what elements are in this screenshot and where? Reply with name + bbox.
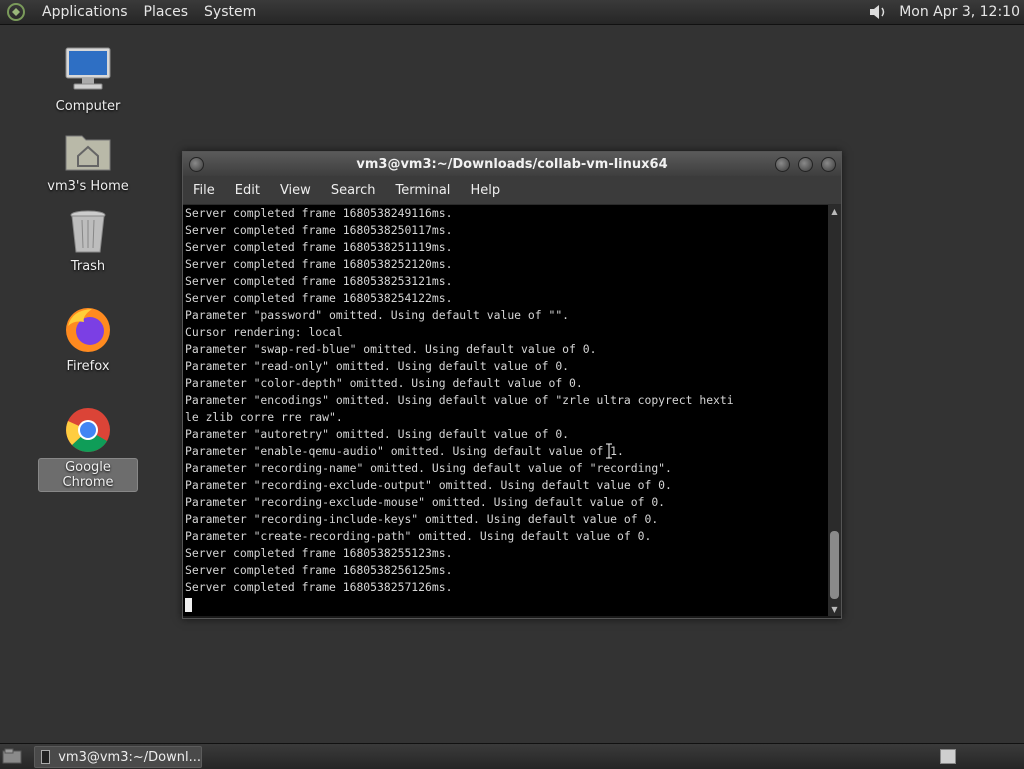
- window-titlebar[interactable]: vm3@vm3:~/Downloads/collab-vm-linux64: [183, 152, 841, 176]
- taskbar-task-label: vm3@vm3:~/Downl...: [58, 749, 201, 765]
- terminal-line: Server completed frame 1680538250117ms.: [185, 223, 453, 237]
- terminal-line: Parameter "recording-name" omitted. Usin…: [185, 461, 672, 475]
- desktop-icon-label: vm3's Home: [47, 179, 129, 194]
- scroll-down-arrow-icon[interactable]: ▼: [828, 603, 841, 616]
- scrollbar-thumb[interactable]: [830, 531, 839, 599]
- places-menu[interactable]: Places: [136, 4, 197, 20]
- menu-edit[interactable]: Edit: [225, 183, 270, 198]
- menu-file[interactable]: File: [183, 183, 225, 198]
- mouse-ibeam-cursor-icon: [606, 443, 612, 459]
- show-desktop-icon[interactable]: [2, 748, 22, 764]
- terminal-line: le zlib corre rre raw".: [185, 410, 343, 424]
- terminal-line: Parameter "autoretry" omitted. Using def…: [185, 427, 570, 441]
- terminal-output[interactable]: Server completed frame 1680538249116ms. S…: [183, 205, 829, 616]
- trash-icon: [70, 210, 106, 253]
- text-cursor: [185, 598, 192, 612]
- desktop-icon-chrome[interactable]: Google Chrome: [38, 404, 138, 492]
- menu-help[interactable]: Help: [460, 183, 510, 198]
- home-folder-icon: [65, 135, 111, 171]
- terminal-window: vm3@vm3:~/Downloads/collab-vm-linux64 Fi…: [182, 151, 842, 619]
- vertical-scrollbar[interactable]: ▲ ▼: [828, 205, 841, 616]
- maximize-button[interactable]: [798, 157, 813, 172]
- taskbar-terminal-button[interactable]: vm3@vm3:~/Downl...: [34, 746, 202, 768]
- desktop-icon-trash[interactable]: Trash: [38, 206, 138, 275]
- firefox-icon: [66, 308, 110, 352]
- terminal-icon: [41, 750, 51, 764]
- workspace-switcher[interactable]: [940, 749, 956, 764]
- terminal-line: Parameter "encodings" omitted. Using def…: [185, 393, 734, 407]
- terminal-line: Server completed frame 1680538256125ms.: [185, 563, 453, 577]
- window-menubar: File Edit View Search Terminal Help: [183, 176, 841, 205]
- applications-menu[interactable]: Applications: [34, 4, 136, 20]
- terminal-line: Parameter "swap-red-blue" omitted. Using…: [185, 342, 597, 356]
- desktop-icon-home[interactable]: vm3's Home: [38, 126, 138, 195]
- terminal-line: Parameter "read-only" omitted. Using def…: [185, 359, 570, 373]
- bottom-panel: vm3@vm3:~/Downl...: [0, 743, 1024, 769]
- desktop-icon-label: Firefox: [66, 359, 110, 374]
- chrome-icon: [66, 408, 110, 452]
- terminal-line: Cursor rendering: local: [185, 325, 343, 339]
- terminal-line: Parameter "recording-exclude-output" omi…: [185, 478, 672, 492]
- terminal-line: Parameter "recording-include-keys" omitt…: [185, 512, 659, 526]
- scroll-up-arrow-icon[interactable]: ▲: [828, 205, 841, 218]
- volume-icon[interactable]: [867, 2, 889, 22]
- terminal-line: Parameter "recording-exclude-mouse" omit…: [185, 495, 666, 509]
- prompt-line: [185, 596, 829, 613]
- distro-logo-icon[interactable]: [6, 2, 26, 22]
- desktop-icon-firefox[interactable]: Firefox: [38, 304, 138, 375]
- terminal-line: Server completed frame 1680538252120ms.: [185, 257, 453, 271]
- terminal-line: Server completed frame 1680538249116ms.: [185, 206, 453, 220]
- menu-search[interactable]: Search: [321, 183, 386, 198]
- top-panel: Applications Places System Mon Apr 3, 12…: [0, 0, 1024, 25]
- close-button[interactable]: [821, 157, 836, 172]
- minimize-button[interactable]: [775, 157, 790, 172]
- terminal-line: Parameter "color-depth" omitted. Using d…: [185, 376, 583, 390]
- clock[interactable]: Mon Apr 3, 12:10: [899, 4, 1020, 20]
- desktop-icon-label: Google Chrome: [38, 458, 138, 492]
- computer-icon: [65, 47, 111, 90]
- desktop-icon-label: Trash: [70, 259, 106, 274]
- terminal-line: Parameter "password" omitted. Using defa…: [185, 308, 570, 322]
- window-title: vm3@vm3:~/Downloads/collab-vm-linux64: [356, 156, 668, 172]
- desktop-icon-computer[interactable]: Computer: [38, 44, 138, 115]
- terminal-line: Server completed frame 1680538255123ms.: [185, 546, 453, 560]
- terminal-line: Parameter "enable-qemu-audio" omitted. U…: [185, 444, 624, 458]
- terminal-line: Server completed frame 1680538251119ms.: [185, 240, 453, 254]
- terminal-line: Server completed frame 1680538257126ms.: [185, 580, 453, 594]
- system-menu[interactable]: System: [196, 4, 264, 20]
- terminal-line: Parameter "create-recording-path" omitte…: [185, 529, 652, 543]
- desktop-icon-label: Computer: [55, 99, 121, 114]
- menu-terminal[interactable]: Terminal: [385, 183, 460, 198]
- menu-view[interactable]: View: [270, 183, 321, 198]
- terminal-line: Server completed frame 1680538254122ms.: [185, 291, 453, 305]
- terminal-line: Server completed frame 1680538253121ms.: [185, 274, 453, 288]
- window-menu-button[interactable]: [189, 157, 204, 172]
